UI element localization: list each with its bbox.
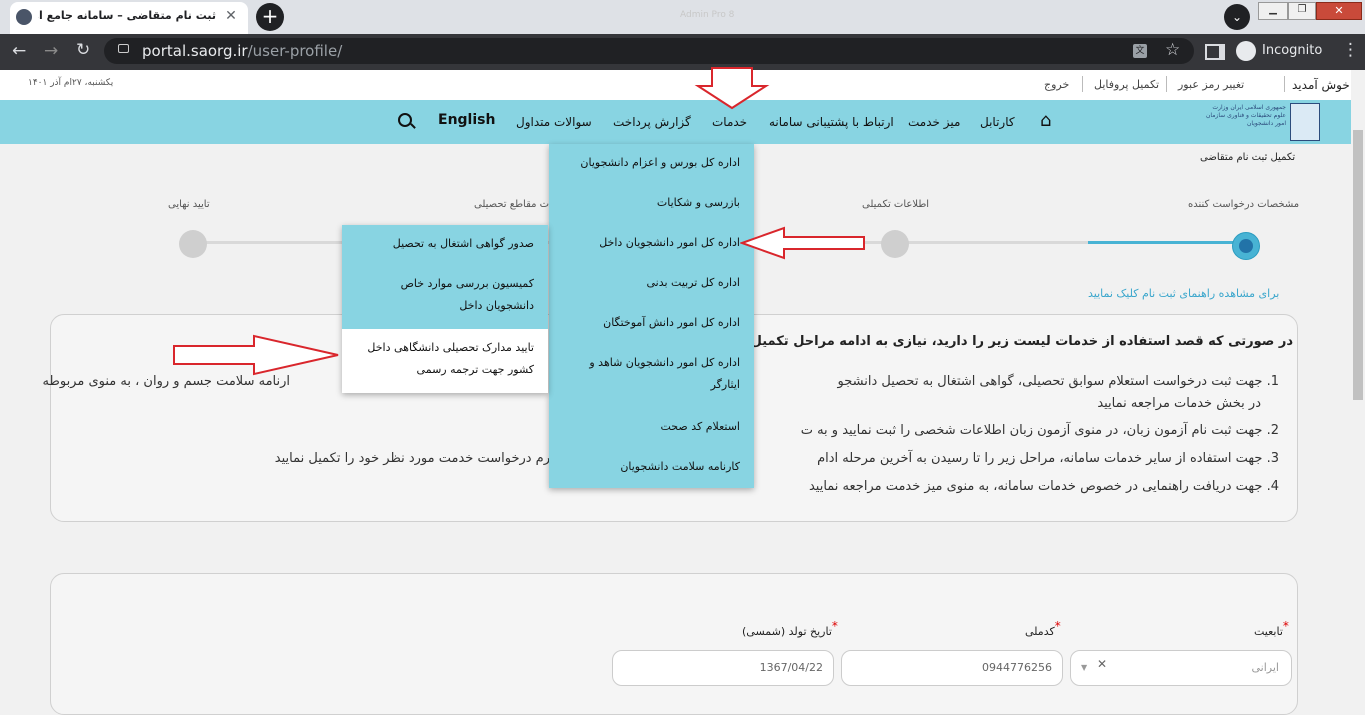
birth-date-label-text: تاریخ تولد (شمسی)	[742, 625, 832, 638]
divider	[1082, 76, 1083, 92]
search-icon[interactable]	[398, 113, 412, 127]
side-panel-icon[interactable]	[1205, 44, 1225, 60]
nationality-value: ایرانی	[1251, 661, 1279, 674]
services-menu-item[interactable]: اداره کل امور دانشجویان شاهد و ایثارگر	[560, 352, 740, 396]
national-code-value: 0944776256	[982, 661, 1052, 674]
services-menu-item[interactable]: اداره کل تربیت بدنی	[560, 272, 740, 294]
home-icon[interactable]: ⌂	[1040, 110, 1051, 131]
national-code-label-text: کدملی	[1025, 625, 1055, 638]
nav-cartable[interactable]: کارتابل	[980, 115, 1015, 129]
complete-profile-link[interactable]: تکمیل پروفایل	[1094, 78, 1159, 91]
services-menu-item[interactable]: اداره کل امور دانشجویان داخل	[560, 232, 740, 254]
change-password-link[interactable]: تغییر رمز عبور	[1178, 78, 1244, 91]
submenu-item[interactable]: کمیسیون بررسی موارد خاص دانشجویان داخل	[354, 273, 534, 317]
registration-guide-link[interactable]: برای مشاهده راهنمای ثبت نام کلیک نمایید	[1088, 287, 1279, 300]
nav-service-desk[interactable]: میز خدمت	[908, 115, 960, 129]
nav-faq[interactable]: سوالات متداول	[516, 115, 592, 129]
nav-payment-report[interactable]: گزارش پرداخت	[613, 115, 691, 129]
window-maximize-button[interactable]: ❐	[1288, 2, 1316, 20]
new-tab-button[interactable]: +	[256, 3, 284, 31]
submenu-items: صدور گواهی اشتغال به تحصیل کمیسیون بررسی…	[342, 225, 548, 393]
nav-support[interactable]: ارتباط با پشتیبانی سامانه	[769, 115, 894, 129]
forward-arrow-icon[interactable]: →	[44, 41, 58, 61]
step-dot-extra-info[interactable]	[881, 230, 909, 258]
nav-english[interactable]: English	[438, 112, 495, 128]
services-menu-item[interactable]: اداره کل امور دانش آموختگان	[560, 312, 740, 334]
back-arrow-icon[interactable]: ←	[12, 41, 26, 61]
applicant-form-card	[50, 573, 1298, 715]
window-close-button[interactable]: ✕	[1316, 2, 1362, 20]
url-host: portal.saorg.ir	[142, 42, 248, 60]
step-dot-active-indicator	[1239, 239, 1253, 253]
incognito-icon[interactable]	[1236, 41, 1256, 61]
scrollbar-thumb[interactable]	[1353, 130, 1363, 400]
info-item-3-cont: رم درخواست خدمت مورد نظر خود را تکمیل نم…	[274, 451, 550, 466]
services-menu-item[interactable]: استعلام کد صحت	[560, 416, 740, 438]
welcome-text: خوش آمدید	[1292, 78, 1350, 92]
url-text[interactable]: portal.saorg.ir/user-profile/	[142, 42, 342, 60]
translate-icon[interactable]: 文	[1133, 44, 1147, 58]
national-code-field[interactable]: 0944776256	[841, 650, 1063, 686]
step-label-final: تایید نهایی	[168, 199, 210, 210]
annotation-arrow-left	[740, 226, 865, 260]
current-date: یکشنبه، ۲۷ام آذر ۱۴۰۱	[28, 78, 114, 88]
required-mark: *	[1282, 619, 1289, 633]
nationality-label: تابعیت*	[1254, 619, 1289, 638]
site-favicon-icon	[16, 9, 32, 25]
chevron-down-icon[interactable]: ▼	[1081, 651, 1087, 685]
lock-icon[interactable]	[118, 44, 129, 53]
incognito-label[interactable]: Incognito	[1262, 43, 1322, 58]
organization-logo-text: جمهوری اسلامی ایران وزارت علوم تحقیقات و…	[1205, 104, 1286, 127]
info-item-1: 1. جهت ثبت درخواست استعلام سوابق تحصیلی،…	[837, 374, 1279, 389]
submenu-item-highlighted[interactable]: تایید مدارک تحصیلی دانشگاهی داخل کشور جه…	[354, 337, 534, 381]
organization-logo[interactable]	[1290, 103, 1320, 141]
window-minimize-button[interactable]: ▁	[1258, 2, 1288, 20]
required-mark: *	[1054, 619, 1061, 633]
services-menu-item[interactable]: اداره کل بورس و اعزام دانشجویان	[560, 152, 740, 174]
browser-menu-icon[interactable]: ⋮	[1342, 40, 1359, 60]
window-title: Admin Pro 8	[680, 10, 735, 20]
step-label-education: ات مقاطع تحصیلی	[474, 199, 552, 210]
step-dot-final[interactable]	[179, 230, 207, 258]
step-label-extra-info: اطلاعات تکمیلی	[862, 199, 930, 210]
divider	[1284, 76, 1285, 92]
services-menu-item[interactable]: کارنامه سلامت دانشجویان	[560, 456, 740, 478]
tab-search-chevron-icon[interactable]: ⌄	[1224, 4, 1250, 30]
info-item-3: 3. جهت استفاده از سایر خدمات سامانه، مرا…	[817, 451, 1279, 466]
step-label-applicant: مشخصات درخواست کننده	[1188, 199, 1300, 210]
annotation-arrow-down	[694, 67, 770, 110]
reload-icon[interactable]: ↻	[76, 40, 90, 60]
page-title: تکمیل ثبت نام متقاضی	[1200, 152, 1296, 163]
birth-date-label: تاریخ تولد (شمسی)*	[742, 619, 838, 638]
stepper-progress	[1088, 241, 1246, 244]
tab-title: ثبت نام متقاضی – سامانه جامع امور دانشجو	[38, 9, 216, 22]
info-item-1-tail: در بخش خدمات مراجعه نمایید	[1097, 396, 1261, 411]
info-item-1-cont: ارنامه سلامت جسم و روان ، به منوی مربوطه	[42, 374, 290, 389]
birth-date-field[interactable]: 1367/04/22	[612, 650, 834, 686]
divider	[1166, 76, 1167, 92]
info-item-4: 4. جهت دریافت راهنمایی در خصوص خدمات سام…	[808, 479, 1279, 494]
url-path: /user-profile/	[247, 42, 343, 60]
info-intro: در صورتی که قصد استفاده از خدمات لیست زی…	[723, 334, 1293, 349]
info-item-2: 2. جهت ثبت نام آزمون زبان، در منوی آزمون…	[800, 423, 1279, 438]
required-mark: *	[831, 619, 838, 633]
services-menu-item[interactable]: بازرسی و شکایات	[560, 192, 740, 214]
logout-link[interactable]: خروج	[1044, 78, 1069, 91]
clear-icon[interactable]: ✕	[1097, 647, 1107, 681]
nationality-label-text: تابعیت	[1254, 625, 1283, 638]
nav-services[interactable]: خدمات	[712, 115, 747, 129]
nationality-select[interactable]: ایرانی ✕ ▼	[1070, 650, 1292, 686]
birth-date-value: 1367/04/22	[759, 661, 823, 674]
annotation-arrow-right	[173, 334, 339, 376]
services-dropdown: اداره کل بورس و اعزام دانشجویان بازرسی و…	[549, 144, 754, 488]
bookmark-star-icon[interactable]: ☆	[1165, 40, 1180, 60]
tab-close-icon[interactable]: ✕	[222, 7, 240, 25]
national-code-label: کدملی*	[1025, 619, 1061, 638]
submenu-item[interactable]: صدور گواهی اشتغال به تحصیل	[354, 233, 534, 255]
